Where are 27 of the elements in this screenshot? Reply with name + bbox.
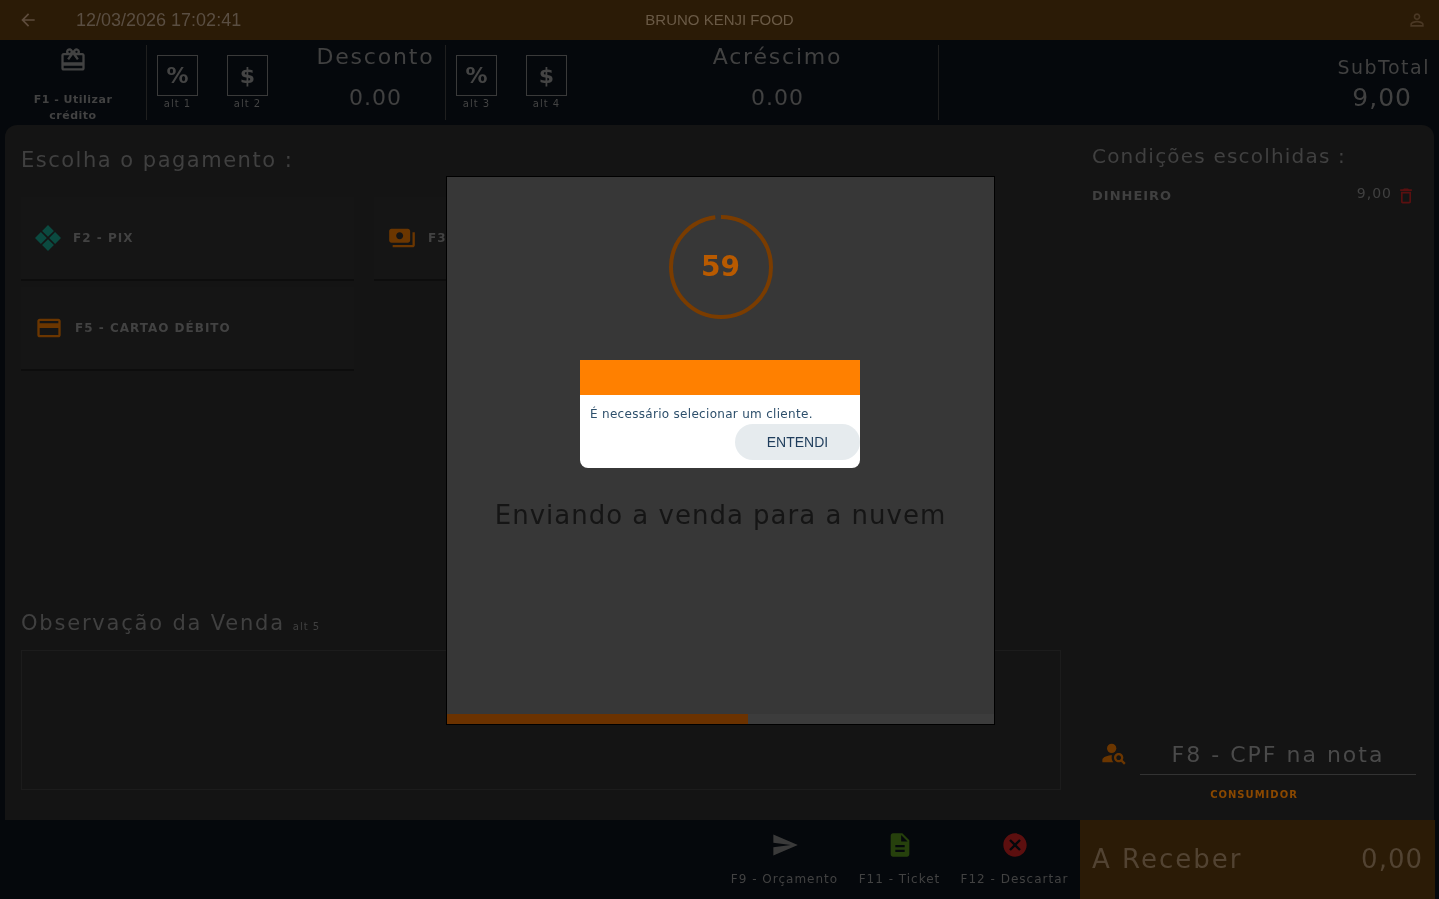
customer-name: CONSUMIDOR [1210,788,1298,802]
alert-message: É necessário selecionar um cliente. [590,406,814,422]
date-time: 12/03/2026 17:02:41 [76,8,242,32]
shortcut-label: alt 4 [532,98,561,110]
subtotal-label: SubTotal [1337,55,1430,80]
cancel-icon [1000,831,1029,859]
adjust-button[interactable]: % [456,55,497,96]
adjust-button[interactable]: $ [526,55,567,96]
adjust-value: 0.00 [349,84,402,112]
countdown-text: 59 [701,249,740,285]
shortcut-label: alt 1 [163,98,192,110]
confirm-button[interactable]: ENTENDI [735,424,860,460]
adjust-title: Desconto [316,43,435,71]
action-button[interactable]: F12 - Descartar [957,820,1072,899]
adjust-button[interactable]: % [157,55,198,96]
shortcut-label: alt 2 [233,98,262,110]
credit-button[interactable]: F1 - Utilizar crédito [23,46,123,125]
gift-icon [59,46,87,74]
shortcut-label: alt 3 [462,98,491,110]
action-button[interactable]: F11 - Ticket [842,820,957,899]
adjust-button[interactable]: $ [227,55,268,96]
adjust-title: Acréscimo [712,43,843,71]
adjust-value: 0.00 [751,84,804,112]
store-title: BRUNO KENJI FOOD [645,9,794,30]
diamond-icon [35,225,61,251]
subtotal-value: 9,00 [1352,82,1412,114]
action-button[interactable]: F9 - Orçamento [727,820,842,899]
